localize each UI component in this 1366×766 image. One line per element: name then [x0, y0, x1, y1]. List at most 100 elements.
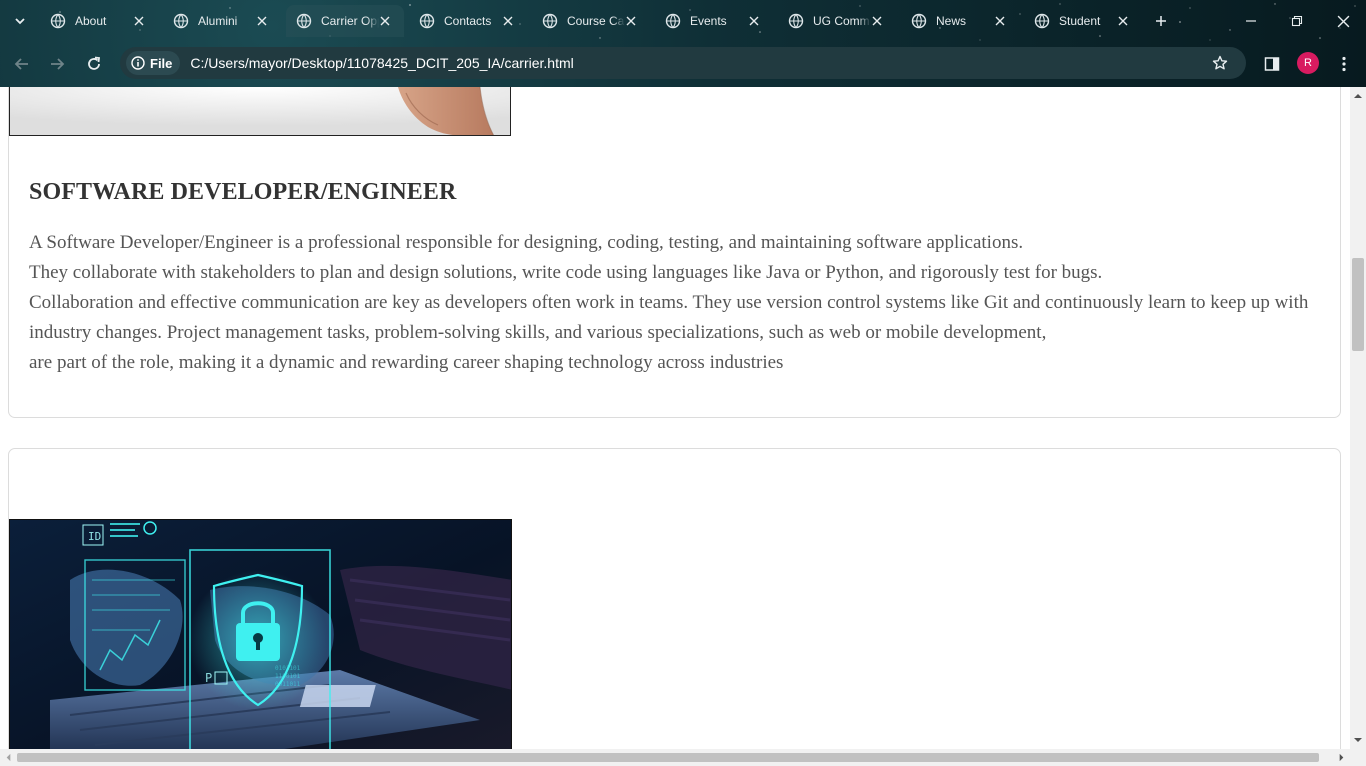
close-icon [503, 16, 513, 26]
address-bar[interactable]: File C:/Users/mayor/Desktop/11078425_DCI… [120, 47, 1246, 79]
horizontal-scrollbar[interactable] [0, 749, 1350, 766]
scroll-corner [1350, 749, 1366, 766]
side-panel-button[interactable] [1260, 52, 1284, 76]
globe-icon [419, 13, 435, 29]
tab-title: Carrier Opportunities [321, 14, 379, 28]
description-line: They collaborate with stakeholders to pl… [29, 262, 1103, 283]
url-text[interactable]: C:/Users/mayor/Desktop/11078425_DCIT_205… [190, 55, 573, 71]
scroll-left-arrow-icon[interactable] [4, 753, 13, 762]
more-vertical-icon [1342, 56, 1346, 72]
side-panel-icon [1264, 57, 1280, 71]
tab-search-button[interactable] [8, 9, 32, 33]
profile-avatar[interactable]: R [1297, 52, 1319, 74]
career-description: A Software Developer/Engineer is a profe… [29, 228, 1329, 378]
close-icon [749, 16, 759, 26]
globe-icon [911, 13, 927, 29]
close-window-button[interactable] [1330, 8, 1356, 34]
tab-close-button[interactable] [379, 14, 392, 28]
arrow-right-icon [51, 58, 65, 70]
horizontal-scroll-thumb[interactable] [17, 753, 1319, 762]
tab-close-button[interactable] [502, 14, 515, 28]
globe-icon [1034, 13, 1050, 29]
vertical-scrollbar[interactable] [1350, 87, 1366, 749]
tab-close-button[interactable] [994, 14, 1007, 28]
reload-button[interactable] [80, 50, 108, 78]
tab-close-button[interactable] [256, 14, 269, 28]
description-line: Collaboration and effective communicatio… [29, 292, 1309, 343]
tab-strip: About Alumini Carrier Opportunities Contact… [0, 0, 1366, 42]
close-icon [1337, 15, 1349, 27]
cybersecurity-illustration: ID P 010110111001010011011 [10, 520, 511, 749]
tab-title: UG Community [813, 14, 871, 28]
close-icon [1118, 16, 1128, 26]
site-chip-label: File [150, 55, 173, 71]
site-info-chip[interactable]: File [126, 51, 181, 75]
restore-button[interactable] [1284, 8, 1310, 34]
career-card-software-developer: SOFTWARE DEVELOPER/ENGINEER A Software D… [8, 87, 1341, 418]
tab[interactable]: Events [655, 7, 773, 35]
star-icon [1212, 55, 1228, 70]
close-icon [134, 16, 144, 26]
svg-text:P: P [205, 671, 212, 685]
browser-chrome: About Alumini Carrier Opportunities Contact… [0, 0, 1366, 87]
svg-text:1100101: 1100101 [275, 673, 301, 680]
career-image-cybersecurity: ID P 0101101 1100101 0011011 [9, 519, 512, 749]
tab-title: Events [690, 14, 727, 28]
tab-close-button[interactable] [625, 14, 638, 28]
description-line: A Software Developer/Engineer is a profe… [29, 232, 1024, 253]
restore-icon [1291, 15, 1303, 27]
career-image-hand [9, 87, 511, 136]
tab[interactable]: Contacts [409, 7, 527, 35]
tab[interactable]: Student [1024, 7, 1142, 35]
hand-illustration [10, 87, 510, 135]
globe-icon [788, 13, 804, 29]
tab-title: Student [1059, 14, 1101, 28]
close-icon [380, 16, 390, 26]
globe-icon [50, 13, 66, 29]
minimize-icon [1246, 20, 1256, 22]
new-tab-button[interactable] [1150, 10, 1172, 32]
tab-title: Contacts [444, 14, 492, 28]
svg-text:0101101: 0101101 [275, 665, 301, 672]
svg-text:0011011: 0011011 [275, 681, 301, 688]
forward-button[interactable] [43, 50, 71, 78]
page-viewport: SOFTWARE DEVELOPER/ENGINEER A Software D… [0, 87, 1350, 749]
globe-icon [542, 13, 558, 29]
scroll-down-arrow-icon[interactable] [1353, 735, 1363, 745]
minimize-button[interactable] [1238, 8, 1264, 34]
browser-menu-button[interactable] [1333, 52, 1355, 76]
tab-close-button[interactable] [1117, 14, 1130, 28]
tab-title: About [75, 14, 107, 28]
tab-close-button[interactable] [133, 14, 146, 28]
tab[interactable]: About [40, 7, 158, 35]
close-icon [995, 16, 1005, 26]
bookmark-button[interactable] [1208, 51, 1232, 75]
chevron-down-icon [15, 18, 25, 25]
tab[interactable]: Alumini [163, 7, 281, 35]
tab[interactable]: Carrier Opportunities [286, 5, 404, 37]
close-icon [626, 16, 636, 26]
globe-icon [665, 13, 681, 29]
back-button[interactable] [8, 50, 36, 78]
tab[interactable]: Course Catalog [532, 7, 650, 35]
tab[interactable]: News [901, 7, 1019, 35]
svg-text:ID: ID [88, 530, 101, 543]
career-card-cybersecurity: ID P 0101101 1100101 0011011 [8, 448, 1341, 749]
close-icon [257, 16, 267, 26]
tab-title: Alumini [198, 14, 238, 28]
tab[interactable]: UG Community [778, 7, 896, 35]
tab-close-button[interactable] [748, 14, 761, 28]
tab-close-button[interactable] [871, 14, 884, 28]
tab-title: News [936, 14, 967, 28]
globe-icon [173, 13, 189, 29]
scroll-right-arrow-icon[interactable] [1337, 753, 1346, 762]
close-icon [872, 16, 882, 26]
description-line: are part of the role, making it a dynami… [29, 352, 784, 373]
tab-title: Course Catalog [567, 14, 625, 28]
toolbar: File C:/Users/mayor/Desktop/11078425_DCI… [0, 42, 1366, 87]
career-title: SOFTWARE DEVELOPER/ENGINEER [29, 179, 457, 205]
vertical-scroll-thumb[interactable] [1352, 258, 1364, 351]
info-icon [131, 56, 145, 70]
scroll-up-arrow-icon[interactable] [1353, 91, 1363, 101]
plus-icon [1156, 16, 1166, 26]
